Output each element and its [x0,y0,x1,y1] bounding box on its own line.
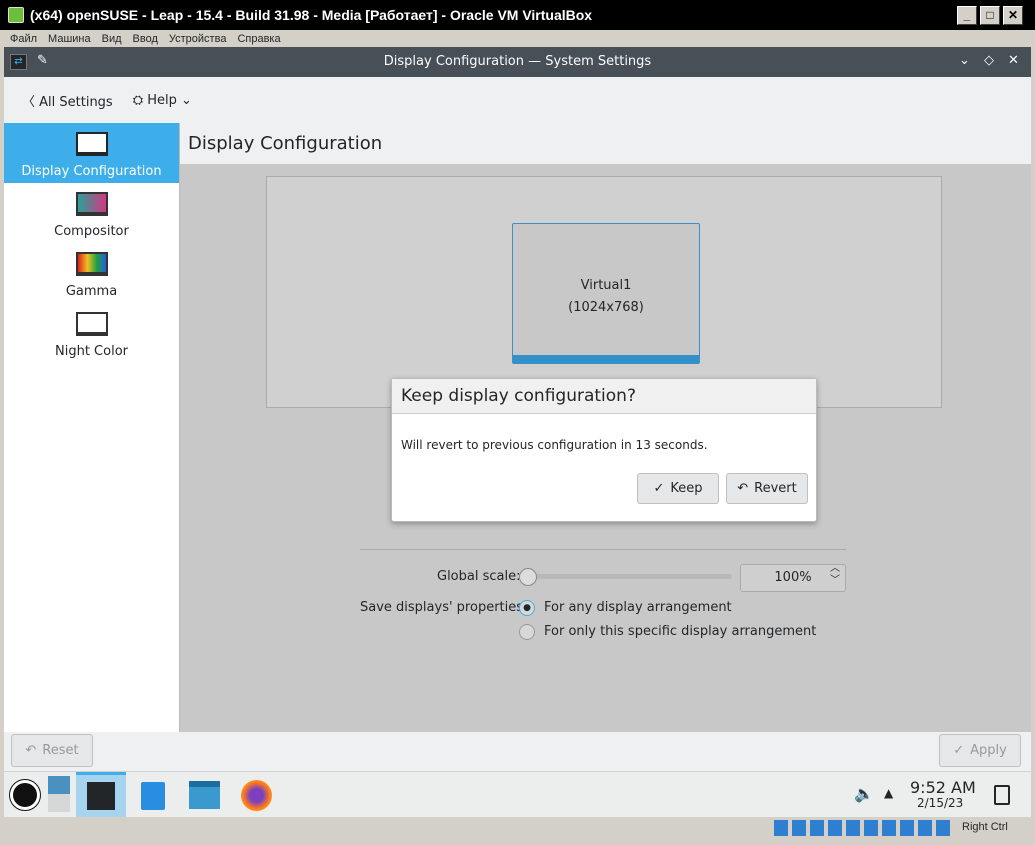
toolbar: 〈 All Settings ⛭ Help ⌄ [4,77,1031,123]
output-virtual1[interactable]: Virtual1 (1024x768) [512,223,700,364]
maximize-button[interactable]: □ [980,6,1000,25]
global-scale-spinbox[interactable]: 100% ︿ ﹀ [740,563,846,592]
screen-layout-area: Virtual1 (1024x768) [266,176,942,408]
vbox-titlebar: (x64) openSUSE - Leap - 15.4 - Build 31.… [0,0,1035,30]
firefox-icon[interactable] [241,780,272,811]
option-specific-arrangement-label[interactable]: For only this specific display arrangeme… [544,624,816,639]
window-titlebar: ⇄ ✎ Display Configuration — System Setti… [4,47,1031,77]
task-system-settings[interactable] [76,772,126,817]
check-icon: ✓ [653,481,665,496]
global-scale-slider[interactable] [520,574,732,579]
dialog-title: Keep display configuration? [392,379,816,414]
minimize-button[interactable]: _ [957,6,977,25]
all-settings-button[interactable]: 〈 All Settings [22,91,113,110]
maximize-icon[interactable]: ◇ [984,53,994,68]
radio-any-arrangement[interactable]: ● [519,600,535,616]
pager-desktop-2[interactable] [48,794,70,812]
file-manager-icon[interactable] [189,781,220,809]
pager-desktop-1[interactable] [48,776,70,794]
sidebar-item-display-configuration[interactable]: Display Configuration [4,123,179,183]
vbox-device-icons[interactable] [774,820,954,836]
gamma-icon [75,252,108,276]
vbox-menubar: Файл Машина Вид Ввод Устройства Справка [4,30,1031,47]
footer-bar: ↶ Reset ✓ Apply [4,732,1031,771]
sidebar-item-gamma[interactable]: Gamma [4,243,179,303]
night-color-icon [75,312,108,336]
minimize-icon[interactable]: ⌄ [959,53,970,68]
lifebuoy-icon: ⛭ [132,92,148,108]
sidebar-item-compositor[interactable]: Compositor [4,183,179,243]
save-properties-label: Save displays' properties: [360,600,528,615]
menu-devices[interactable]: Устройства [169,33,227,45]
undo-icon: ↶ [25,743,37,758]
reset-button[interactable]: ↶ Reset [11,734,93,767]
sidebar-item-night-color[interactable]: Night Color [4,303,179,363]
vbox-statusbar: Right Ctrl [4,817,1031,839]
taskbar: 🔈 ▲ 9:52 AM 2/15/23 [4,771,1031,817]
radio-specific-arrangement[interactable] [519,624,535,640]
chevron-left-icon: 〈 [22,94,40,110]
divider [360,549,846,550]
system-settings-icon [87,782,115,810]
output-bar [513,355,699,363]
vbox-title: (x64) openSUSE - Leap - 15.4 - Build 31.… [30,7,593,23]
volume-icon[interactable]: 🔈 [854,784,874,803]
menu-view[interactable]: Вид [102,33,122,45]
option-any-arrangement-label[interactable]: For any display arrangement [544,600,732,615]
revert-button[interactable]: ↶ Revert [726,473,808,504]
compositor-icon [75,192,108,216]
menu-input[interactable]: Ввод [133,33,158,45]
page-title: Display Configuration [180,123,1031,164]
virtualbox-icon [8,7,24,23]
clock-date[interactable]: 2/15/23 [917,796,963,810]
window-title: Display Configuration — System Settings [383,54,652,69]
dialog-message: Will revert to previous configuration in… [401,438,708,452]
tray-expand-icon[interactable]: ▲ [884,786,893,800]
menu-help[interactable]: Справка [237,33,280,45]
clock-time[interactable]: 9:52 AM [910,778,976,797]
close-button[interactable]: ✕ [1003,6,1023,25]
global-scale-label: Global scale: [437,569,521,584]
undo-icon: ↶ [737,481,749,496]
keep-config-dialog: Keep display configuration? Will revert … [391,378,817,522]
menu-machine[interactable]: Машина [48,33,91,45]
keep-button[interactable]: ✓ Keep [637,473,719,504]
help-button[interactable]: ⛭ Help ⌄ [133,93,192,108]
host-key-label: Right Ctrl [962,821,1008,833]
sidebar: Display Configuration Compositor Gamma N… [4,123,180,732]
opensuse-launcher-icon[interactable] [9,779,41,811]
slider-handle[interactable] [519,568,537,586]
menu-file[interactable]: Файл [10,33,37,45]
chevron-down-icon: ⌄ [176,92,192,108]
spin-arrows-icon[interactable]: ︿ ﹀ [830,563,840,587]
show-desktop-icon[interactable] [994,785,1010,805]
check-icon: ✓ [953,743,965,758]
discover-icon[interactable] [141,782,165,810]
monitor-icon [75,132,108,156]
close-icon[interactable]: ✕ [1008,53,1019,68]
apply-button[interactable]: ✓ Apply [939,734,1021,767]
